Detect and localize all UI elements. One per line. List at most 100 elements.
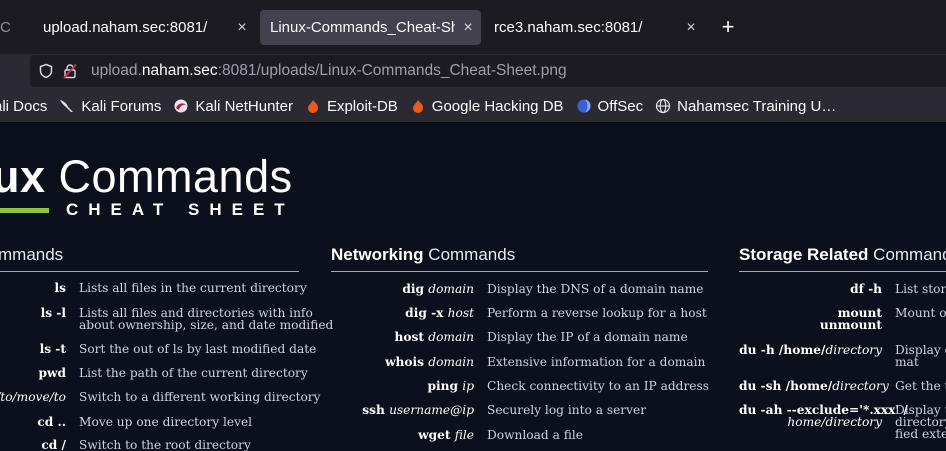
tab-title: C — [0, 19, 11, 36]
command-row: cd / Switch to the root directory — [0, 439, 251, 451]
command: ping ip — [427, 379, 474, 393]
bookmark-kali-nethunter[interactable]: Kali NetHunter — [173, 98, 293, 115]
command-row: df -h List storag — [739, 283, 946, 295]
command: y/to/move/to — [0, 391, 66, 403]
command-description: Display the DNS of a domain name — [487, 282, 704, 296]
command: ssh username@ip — [362, 403, 474, 417]
command-description: Download a file — [487, 428, 583, 442]
bookmarks-toolbar: ali Docs Kali Forums Kali NetHunter Expl… — [0, 90, 946, 123]
command-row: wget file Download a file — [331, 429, 583, 441]
logo-subtitle: CHEAT SHEET — [66, 200, 295, 219]
command-row: y/to/move/to Switch to a different worki… — [0, 391, 321, 403]
command-description: Move up one directory level — [79, 415, 253, 429]
globe-icon — [655, 98, 671, 114]
section-title-storage: Storage Related Command — [739, 245, 946, 264]
command-description: Display dmat — [895, 343, 946, 369]
logo-accent-bar — [0, 208, 49, 213]
url-bar[interactable]: upload.naham.sec:8081/uploads/Linux-Comm… — [30, 55, 946, 87]
command-row: ls Lists all files in the current direct… — [0, 282, 307, 294]
command-description: Switch to the root directory — [79, 438, 251, 451]
bookmark-exploit-db[interactable]: Exploit-DB — [305, 98, 398, 115]
bookmark-kali-docs[interactable]: ali Docs — [0, 98, 47, 115]
section-divider — [739, 271, 946, 272]
command: du -h /home/directory — [739, 343, 882, 357]
command-description: Sort the out of ls by last modified date — [79, 342, 317, 356]
command-description: Mount or — [895, 306, 946, 320]
shield-icon[interactable] — [35, 55, 57, 87]
command-row: ping ip Check connectivity to an IP addr… — [331, 379, 710, 393]
tab-title: Linux-Commands_Cheat-She — [270, 19, 455, 36]
close-icon[interactable]: × — [676, 19, 706, 37]
nethunter-icon — [173, 98, 189, 114]
command-description: List storag — [895, 282, 946, 296]
command-row: host domain Display the IP of a domain n… — [331, 331, 688, 343]
cheat-sheet-image: ux Commands CHEAT SHEET mmands ls Lists … — [0, 123, 946, 451]
command-row: whois domain Extensive information for a… — [331, 356, 705, 368]
bookmark-label: Nahamsec Training U… — [677, 97, 837, 115]
bookmark-label: OffSec — [597, 97, 644, 115]
command-description: Perform a reverse lookup for a host — [487, 306, 707, 320]
command-row: du -h /home/directory Display dmat — [739, 344, 946, 368]
command-description: Securely log into a server — [487, 403, 647, 417]
bookmark-nahamsec-training[interactable]: Nahamsec Training U… — [655, 98, 836, 115]
bookmark-label: ali Docs — [0, 97, 48, 115]
tab-rce3[interactable]: rce3.naham.sec:8081/ × — [484, 10, 706, 45]
tab-cheat-sheet[interactable]: Linux-Commands_Cheat-She × — [260, 10, 481, 45]
command-description: Switch to a different working directory — [79, 390, 321, 404]
command: ls -t — [39, 342, 66, 356]
command-description: Lists all files and directories with inf… — [79, 306, 334, 332]
command-description: List the path of the current directory — [79, 366, 308, 380]
command: wget file — [418, 428, 474, 442]
command-description: Lists all files in the current directory — [79, 281, 307, 295]
command-row: pwd List the path of the current directo… — [0, 366, 308, 380]
insecure-lock-icon[interactable] — [59, 55, 81, 87]
command: cd .. — [37, 415, 66, 429]
command: ls — [54, 281, 67, 295]
command-row: ls -t Sort the out of ls by last modifie… — [0, 342, 317, 356]
command-row: dig domain Display the DNS of a domain n… — [331, 283, 703, 295]
command: du -ah --exclude='*.xxx' / home/directory — [739, 403, 908, 429]
command-row: cd .. Move up one directory level — [0, 416, 252, 428]
section-divider — [0, 271, 299, 272]
command: cd / — [41, 438, 66, 451]
tab-strip: C upload.naham.sec:8081/ × Linux-Command… — [0, 0, 946, 54]
command: dig domain — [402, 282, 474, 296]
command: host domain — [394, 330, 474, 344]
section-title-networking: Networking Commands — [331, 245, 516, 264]
command-description: Extensive information for a domain — [487, 355, 706, 369]
command: pwd — [38, 366, 66, 380]
command: df -h — [850, 282, 882, 296]
command: dig -x host — [405, 306, 474, 320]
bookmark-label: Google Hacking DB — [431, 97, 564, 115]
bookmark-offsec[interactable]: OffSec — [576, 97, 644, 115]
new-tab-button[interactable]: + — [717, 15, 739, 39]
command-row: ssh username@ip Securely log into a serv… — [331, 404, 646, 416]
tab-title: upload.naham.sec:8081/ — [43, 19, 208, 36]
close-icon[interactable]: × — [455, 19, 481, 37]
command-description: Check connectivity to an IP address — [487, 379, 710, 393]
command: mount unmount — [819, 306, 882, 332]
section-title-commands: mmands — [0, 245, 64, 264]
command: du -sh /home/directory — [739, 379, 889, 393]
bookmark-kali-forums[interactable]: Kali Forums — [59, 98, 161, 115]
logo-title: ux Commands — [0, 151, 293, 202]
bookmark-label: Kali Forums — [81, 97, 162, 115]
command-description: Get the to — [895, 379, 946, 393]
command-row: du -sh /home/directory Get the to — [739, 380, 946, 392]
section-divider — [331, 271, 708, 272]
exploitdb-icon — [305, 98, 321, 114]
url-text[interactable]: upload.naham.sec:8081/uploads/Linux-Comm… — [91, 62, 567, 80]
command-row: dig -x host Perform a reverse lookup for… — [331, 307, 707, 319]
tab-title: rce3.naham.sec:8081/ — [494, 19, 643, 36]
tab-clipped[interactable]: C — [0, 10, 12, 45]
command-row: du -ah --exclude='*.xxx' / home/directory… — [739, 404, 946, 440]
tab-upload[interactable]: upload.naham.sec:8081/ × — [33, 10, 257, 45]
command-row: mountunmount Mount or — [739, 307, 946, 331]
ghdb-icon — [410, 98, 426, 114]
close-icon[interactable]: × — [227, 19, 257, 37]
offsec-icon — [576, 98, 592, 114]
command-description: Display thdirectory,fied exten — [895, 403, 946, 441]
bookmark-google-hacking-db[interactable]: Google Hacking DB — [410, 98, 564, 115]
kali-dragon-icon — [59, 98, 75, 114]
command-description: Display the IP of a domain name — [487, 330, 688, 344]
